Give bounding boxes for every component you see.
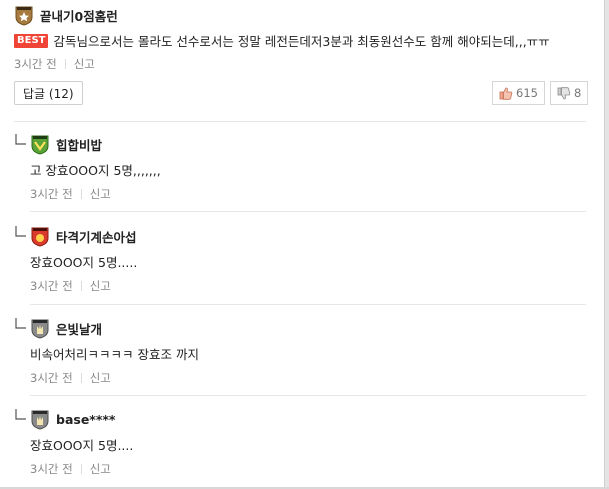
like-count: 615 xyxy=(516,86,538,100)
reply-text: 장효OOO지 5명..... xyxy=(30,255,138,270)
reply-arrow-icon xyxy=(15,226,26,237)
reply-time: 3시간 전 xyxy=(30,279,73,293)
meta-separator xyxy=(80,373,82,383)
reply-arrow-icon xyxy=(15,409,26,420)
reply-header: 은빛날개 xyxy=(30,317,199,339)
reply-header: 힙합비밥 xyxy=(30,133,161,155)
report-link[interactable]: 신고 xyxy=(90,461,111,477)
dislike-button[interactable]: 8 xyxy=(550,81,589,105)
reply-arrow-icon xyxy=(15,134,26,145)
divider xyxy=(30,395,586,396)
dislike-count: 8 xyxy=(574,86,582,100)
reply-author[interactable]: base**** xyxy=(56,412,115,427)
report-link[interactable]: 신고 xyxy=(90,278,111,294)
comment-meta: 3시간 전 신고 xyxy=(14,56,586,72)
comment-text-row: BEST 감독님으로서는 몰라도 선수로서는 정말 레전든데저3분과 최동원선수… xyxy=(14,31,586,50)
reply-arrow-icon xyxy=(15,318,26,329)
rank-badge-icon xyxy=(31,410,49,430)
reply-header: 타격기계손아섭 xyxy=(30,225,137,247)
reply-meta: 3시간 전 신고 xyxy=(30,186,161,202)
divider xyxy=(30,304,586,305)
rank-badge-icon xyxy=(15,6,33,26)
best-badge: BEST xyxy=(14,33,49,48)
reply-meta: 3시간 전 신고 xyxy=(30,370,199,386)
reply-time: 3시간 전 xyxy=(30,371,73,385)
reply-author[interactable]: 은빛날개 xyxy=(56,319,102,338)
divider xyxy=(14,121,586,122)
thumbs-down-icon xyxy=(557,86,571,99)
rank-badge-icon xyxy=(31,135,49,155)
reply-meta: 3시간 전 신고 xyxy=(30,278,137,294)
reply-text: 비속어처리ㅋㅋㅋㅋ 장효조 까지 xyxy=(30,347,199,362)
like-button[interactable]: 615 xyxy=(492,81,545,105)
reply-toggle-button[interactable]: 답글 (12) xyxy=(14,81,83,105)
divider xyxy=(30,211,586,212)
report-link[interactable]: 신고 xyxy=(90,370,111,386)
reply-author[interactable]: 타격기계손아섭 xyxy=(56,227,137,246)
reply-time: 3시간 전 xyxy=(30,462,73,476)
thumbs-up-icon xyxy=(499,87,513,100)
comment-author[interactable]: 끝내기0점홈런 xyxy=(40,6,118,25)
reply-header: base**** xyxy=(30,408,133,430)
reply-time: 3시간 전 xyxy=(30,187,73,201)
report-link[interactable]: 신고 xyxy=(90,186,111,202)
scrollbar-edge[interactable] xyxy=(604,0,609,489)
meta-separator xyxy=(64,59,66,69)
reply-author[interactable]: 힙합비밥 xyxy=(56,135,102,154)
report-link[interactable]: 신고 xyxy=(74,56,95,72)
meta-separator xyxy=(80,189,82,199)
comment-header: 끝내기0점홈런 xyxy=(14,4,586,26)
comment-time: 3시간 전 xyxy=(14,57,57,71)
meta-separator xyxy=(80,281,82,291)
reply-meta: 3시간 전 신고 xyxy=(30,461,133,477)
rank-badge-icon xyxy=(31,227,49,247)
rank-badge-icon xyxy=(31,319,49,339)
meta-separator xyxy=(80,464,82,474)
best-comment: 끝내기0점홈런 BEST 감독님으로서는 몰라도 선수로서는 정말 레전든데저3… xyxy=(14,4,586,72)
comment-text: 감독님으로서는 몰라도 선수로서는 정말 레전든데저3분과 최동원선수도 함께 … xyxy=(53,34,550,49)
reply-text: 고 장효OOO지 5명,,,,,,, xyxy=(30,163,161,178)
reply-text: 장효OOO지 5명.... xyxy=(30,438,134,453)
